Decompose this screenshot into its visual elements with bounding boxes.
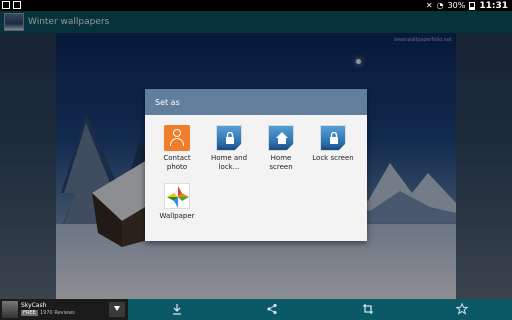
contact-icon xyxy=(164,125,190,151)
option-label: Home xyxy=(270,154,292,162)
ad-reviews: 1970 Reviews xyxy=(40,310,75,316)
option-contact-photo[interactable]: Contact photo xyxy=(153,125,201,172)
ad-free-badge: FREE xyxy=(21,310,38,316)
option-label: Lock screen xyxy=(312,154,354,162)
option-label: Contact xyxy=(163,154,191,162)
option-label: Wallpaper xyxy=(159,212,195,220)
photos-icon xyxy=(164,183,190,209)
dialog-title-bar: Set as xyxy=(145,89,367,115)
option-home-and-lock[interactable]: Home and lock... xyxy=(205,125,253,172)
bottom-action-bar: SkyCash FREE 1970 Reviews xyxy=(0,299,512,320)
system-status: ✕ ◔ 30% 11:31 xyxy=(426,0,508,11)
ad-banner[interactable]: SkyCash FREE 1970 Reviews xyxy=(0,299,128,320)
option-label: lock... xyxy=(218,163,240,171)
ad-app-name: SkyCash xyxy=(21,302,47,309)
set-as-dialog: Set as Contact photo Home and lock... Ho… xyxy=(145,89,367,241)
option-label: photo xyxy=(166,163,188,171)
dialog-title: Set as xyxy=(155,97,180,107)
option-wallpaper[interactable]: Wallpaper xyxy=(153,183,201,221)
crop-icon[interactable] xyxy=(362,303,374,315)
notification-icons xyxy=(2,1,21,9)
share-icon[interactable] xyxy=(266,303,278,315)
status-bar: ✕ ◔ 30% 11:31 xyxy=(0,0,512,11)
option-home-screen[interactable]: Home screen xyxy=(257,125,305,172)
lock-icon xyxy=(320,125,346,151)
option-label: screen xyxy=(269,163,293,171)
option-lock-screen[interactable]: Lock screen xyxy=(309,125,357,163)
wifi-icon: ◔ xyxy=(436,1,444,10)
clock: 11:31 xyxy=(479,0,508,11)
download-icon[interactable] xyxy=(171,303,183,315)
image-notification-icon xyxy=(13,1,21,9)
battery-icon xyxy=(469,1,476,10)
notification-icon xyxy=(2,1,10,9)
battery-percent: 30% xyxy=(447,1,466,10)
home-icon xyxy=(268,125,294,151)
option-label: Home and xyxy=(210,154,248,162)
lock-icon xyxy=(216,125,242,151)
star-icon[interactable] xyxy=(456,303,468,315)
ad-app-thumbnail xyxy=(2,301,18,318)
ad-download-button[interactable] xyxy=(109,302,125,317)
mute-icon: ✕ xyxy=(425,1,433,10)
